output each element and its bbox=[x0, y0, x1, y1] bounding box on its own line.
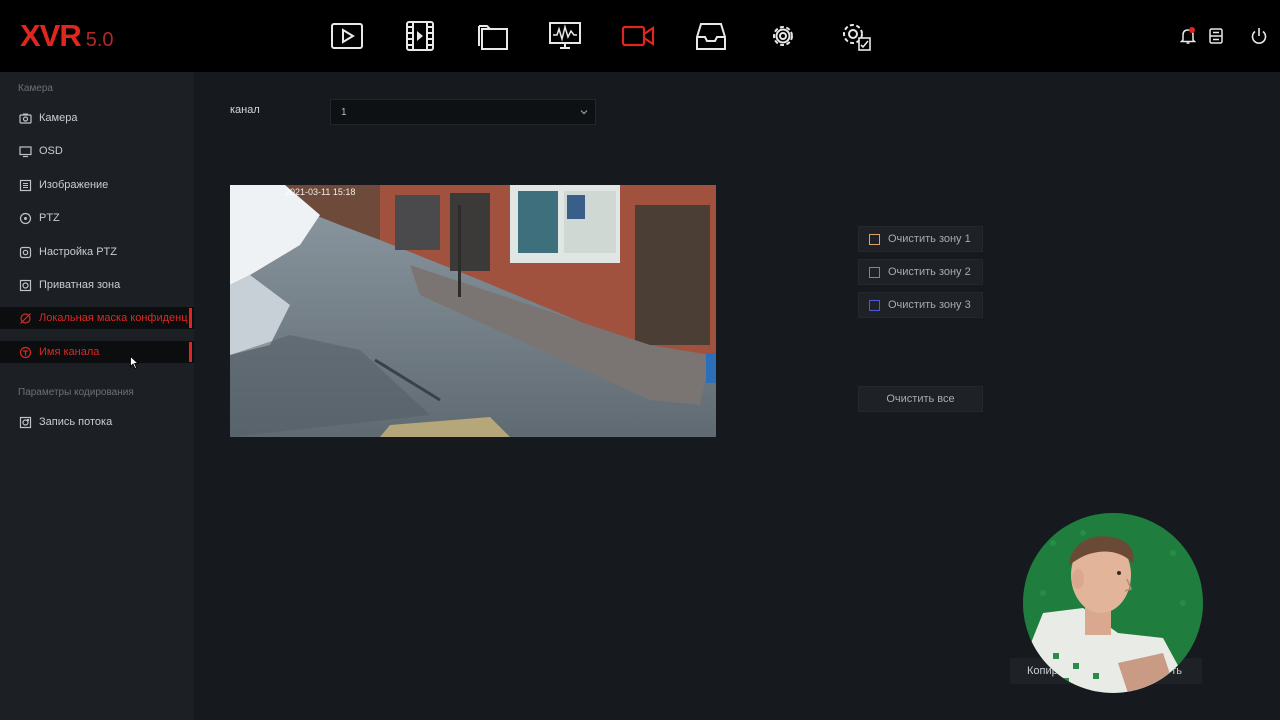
channel-label: канал bbox=[230, 104, 260, 116]
sidebar-item-privacy-zone[interactable]: Приватная зона bbox=[0, 274, 194, 296]
clear-zone-2-button[interactable]: Очистить зону 2 bbox=[858, 259, 983, 285]
stream-record-icon bbox=[19, 416, 32, 429]
storage-icon[interactable] bbox=[693, 20, 729, 52]
sidebar-item-image[interactable]: Изображение bbox=[0, 174, 194, 196]
sidebar-item-ptz[interactable]: PTZ bbox=[0, 207, 194, 229]
power-icon[interactable] bbox=[1249, 26, 1269, 46]
system-settings-icon[interactable] bbox=[838, 20, 874, 52]
sidebar-item-camera[interactable]: Камера bbox=[0, 107, 194, 129]
settings-gear-icon[interactable] bbox=[765, 20, 801, 52]
channel-select[interactable]: 1 bbox=[330, 99, 596, 125]
clear-zone-3-button[interactable]: Очистить зону 3 bbox=[858, 292, 983, 318]
sidebar-item-label: Локальная маска конфиденц bbox=[39, 312, 188, 324]
sidebar: Камера Камера OSD Изображение PTZ Настро… bbox=[0, 72, 194, 720]
image-settings-icon bbox=[19, 179, 32, 192]
camera-icon bbox=[19, 112, 32, 125]
sidebar-item-label: OSD bbox=[39, 145, 63, 157]
zone-3-swatch bbox=[869, 299, 880, 311]
sidebar-item-label: Запись потока bbox=[39, 416, 113, 428]
channel-select-value: 1 bbox=[341, 106, 347, 118]
sidebar-item-privacy-mask[interactable]: Локальная маска конфиденц bbox=[0, 307, 194, 329]
video-timestamp: 2021-03-11 15:18 bbox=[285, 187, 355, 197]
zone-1-swatch bbox=[869, 233, 880, 245]
sidebar-item-label: Настройка PTZ bbox=[39, 246, 117, 258]
logo-text: XVR bbox=[20, 18, 82, 53]
bell-icon[interactable] bbox=[1178, 26, 1198, 46]
chevron-down-icon bbox=[580, 110, 588, 115]
video-film-icon[interactable] bbox=[402, 20, 438, 52]
ptz-setup-icon bbox=[19, 246, 32, 259]
clear-zone-1-label: Очистить зону 1 bbox=[888, 233, 971, 245]
sidebar-section-encoding: Параметры кодирования bbox=[18, 387, 134, 398]
files-icon[interactable] bbox=[475, 20, 511, 52]
sidebar-item-label: Имя канала bbox=[39, 346, 100, 358]
camera-icon[interactable] bbox=[620, 20, 656, 52]
sidebar-item-osd[interactable]: OSD bbox=[0, 140, 194, 162]
app-logo: XVR 5.0 bbox=[20, 18, 114, 53]
sidebar-item-channel-name[interactable]: Имя канала bbox=[0, 341, 194, 363]
sidebar-item-label: Изображение bbox=[39, 179, 109, 191]
clear-zone-2-label: Очистить зону 2 bbox=[888, 266, 971, 278]
sidebar-item-label: PTZ bbox=[39, 212, 60, 224]
sidebar-item-stream-record[interactable]: Запись потока bbox=[0, 411, 194, 433]
video-preview[interactable]: 2021-03-11 15:18 bbox=[230, 185, 716, 437]
mouse-cursor-icon bbox=[130, 356, 139, 369]
monitor-icon bbox=[19, 145, 32, 158]
logo-version: 5.0 bbox=[85, 29, 114, 51]
sidebar-section-camera: Камера bbox=[18, 83, 53, 94]
clear-all-button[interactable]: Очистить все bbox=[858, 386, 983, 412]
monitor-icon[interactable] bbox=[547, 20, 583, 52]
clear-zone-1-button[interactable]: Очистить зону 1 bbox=[858, 226, 983, 252]
channel-name-icon bbox=[19, 346, 32, 359]
disk-icon[interactable] bbox=[1206, 26, 1226, 46]
clear-zone-3-label: Очистить зону 3 bbox=[888, 299, 971, 311]
sidebar-item-ptz-setup[interactable]: Настройка PTZ bbox=[0, 241, 194, 263]
sidebar-item-label: Камера bbox=[39, 112, 78, 124]
privacy-mask-icon bbox=[19, 312, 32, 325]
privacy-zone-icon bbox=[19, 279, 32, 292]
top-bar: XVR 5.0 bbox=[0, 0, 1280, 72]
sidebar-item-label: Приватная зона bbox=[39, 279, 121, 291]
zone-2-swatch bbox=[869, 266, 880, 278]
webcam-overlay bbox=[1023, 513, 1203, 693]
playback-icon[interactable] bbox=[329, 20, 365, 52]
ptz-icon bbox=[19, 212, 32, 225]
